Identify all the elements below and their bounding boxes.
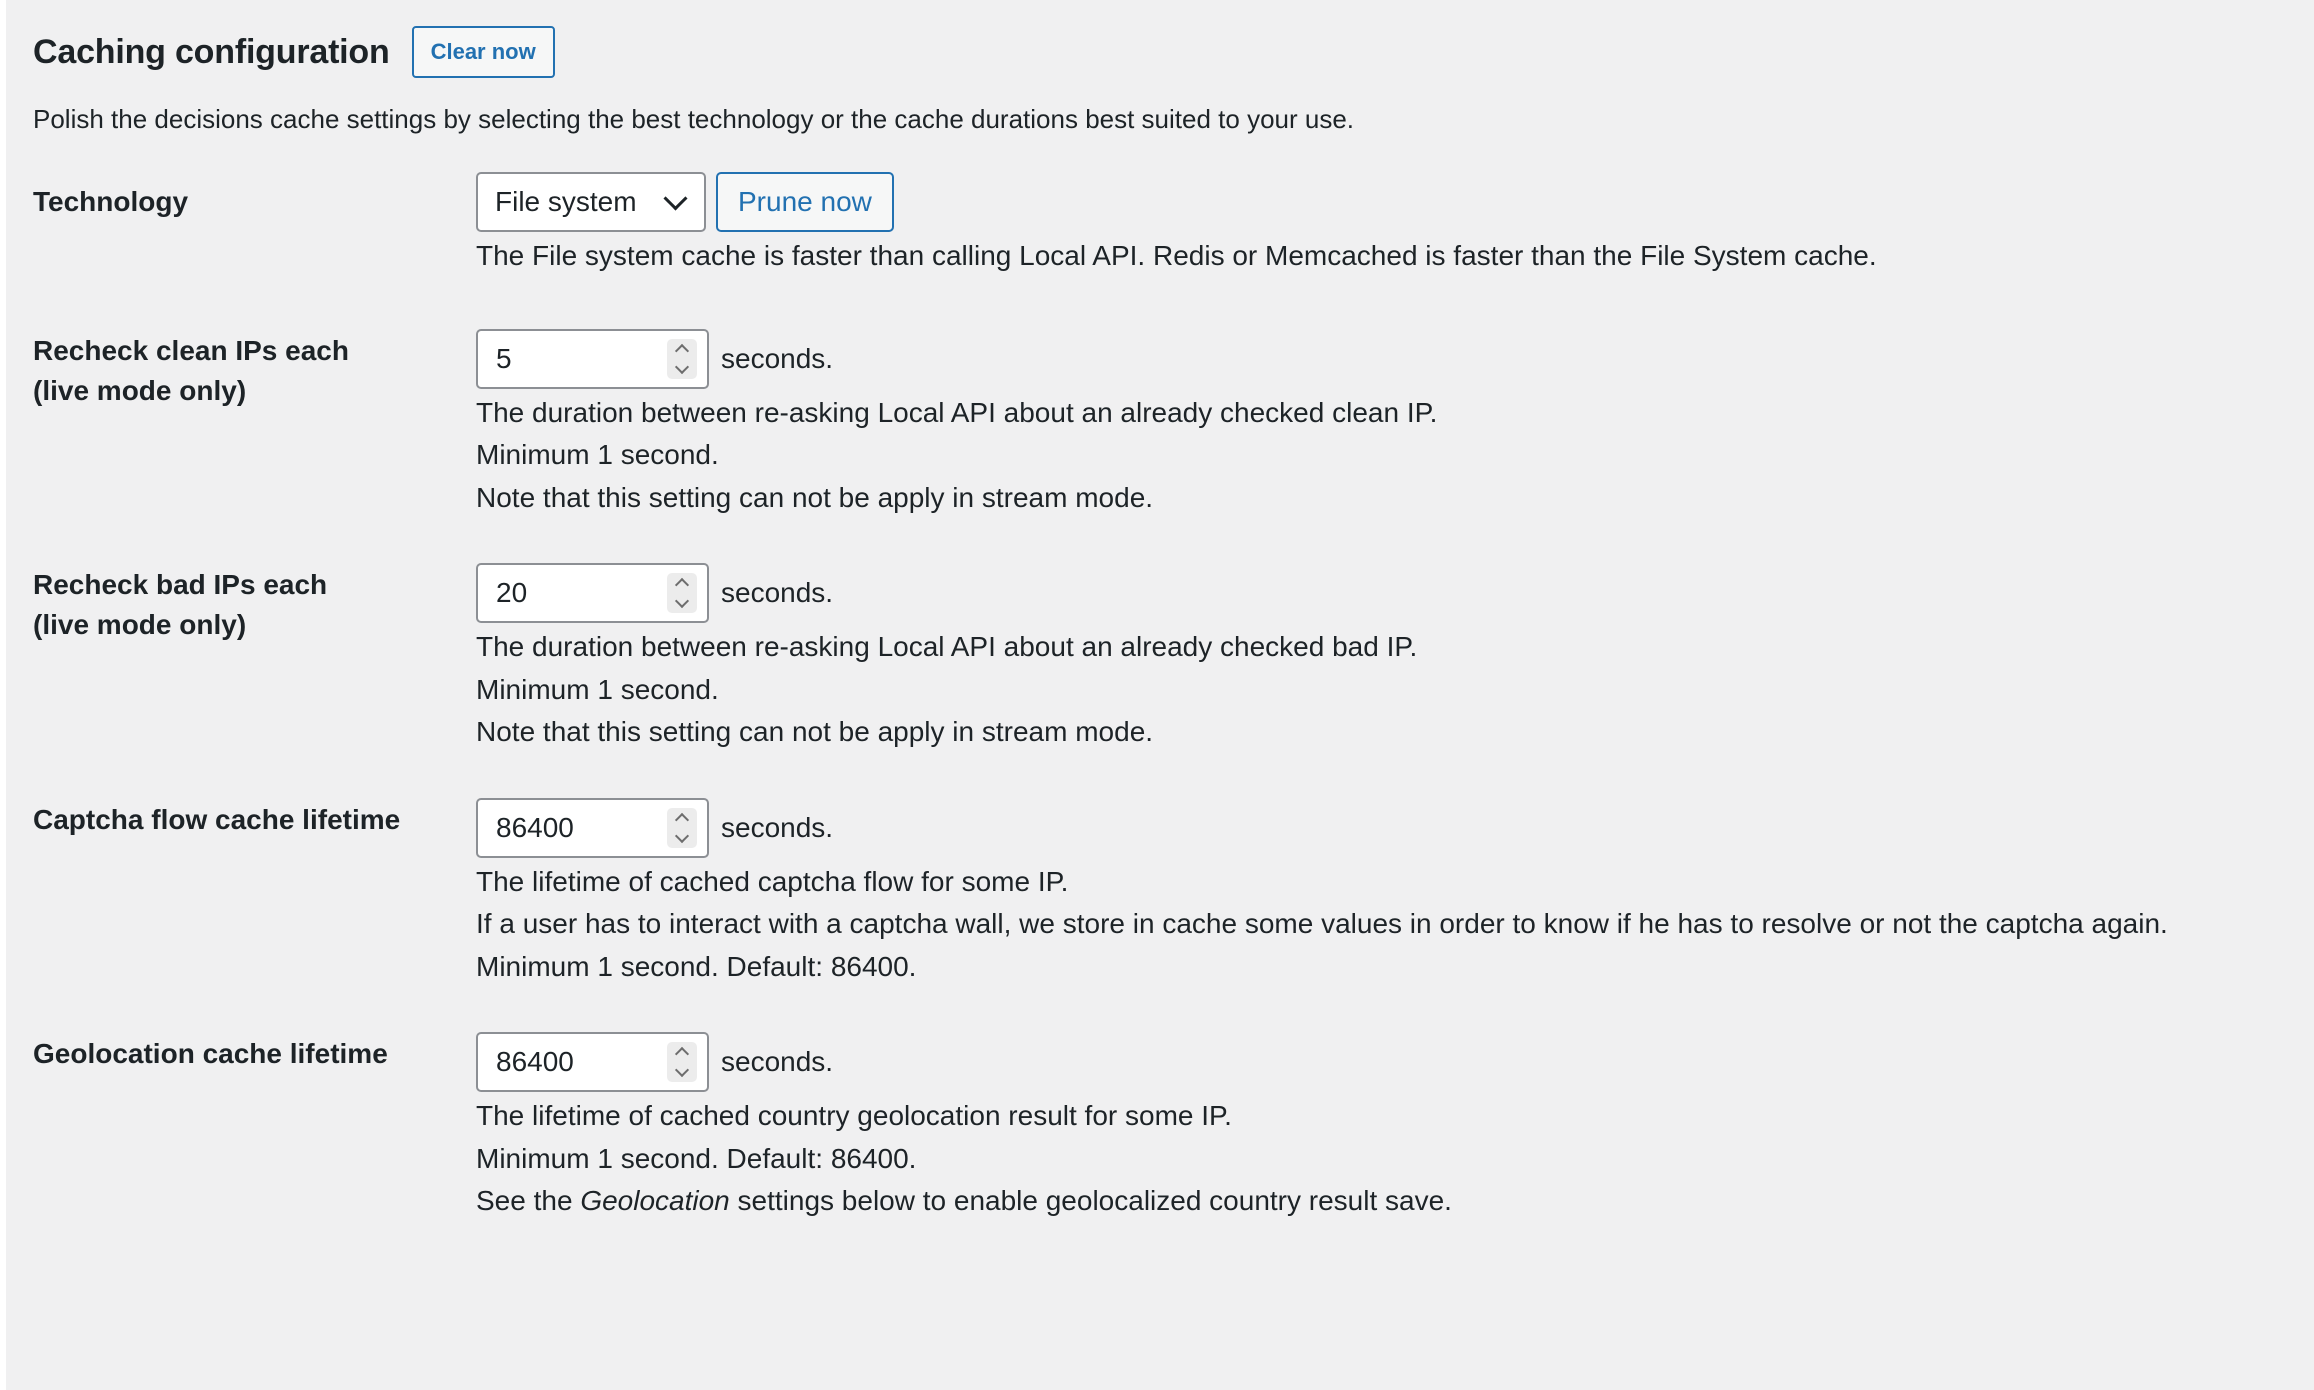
geolocation-unit: seconds. <box>721 1046 834 1077</box>
captcha-value: 86400 <box>496 811 574 843</box>
recheck-bad-help-3: Note that this setting can not be apply … <box>476 716 1154 747</box>
geolocation-settings-reference: Geolocation <box>580 1185 730 1216</box>
recheck-clean-help-3: Note that this setting can not be apply … <box>476 481 1154 513</box>
captcha-row: Captcha flow cache lifetime 86400 second… <box>33 797 2314 989</box>
geolocation-help-3-prefix: See the <box>476 1185 581 1216</box>
recheck-clean-label: Recheck clean IPs each (live mode only) <box>33 331 476 520</box>
prune-now-button[interactable]: Prune now <box>716 172 894 232</box>
section-description: Polish the decisions cache settings by s… <box>33 104 1355 134</box>
recheck-bad-field: 20 seconds. The duration between re-aski… <box>476 563 2314 754</box>
captcha-input[interactable]: 86400 <box>476 797 709 858</box>
geolocation-help-1: The lifetime of cached country geolocati… <box>476 1100 1232 1131</box>
captcha-field: 86400 seconds. The lifetime of cached ca… <box>476 797 2314 989</box>
number-spinner-icon[interactable] <box>667 1042 697 1082</box>
recheck-bad-help-2: Minimum 1 second. <box>476 673 719 705</box>
captcha-unit: seconds. <box>721 811 834 843</box>
number-spinner-icon[interactable] <box>667 807 697 848</box>
captcha-help-1: The lifetime of cached captcha flow for … <box>476 865 1069 897</box>
recheck-bad-input[interactable]: 20 <box>476 563 709 623</box>
recheck-bad-help-1: The duration between re-asking Local API… <box>476 631 1418 662</box>
captcha-help-2: If a user has to interact with a captcha… <box>476 908 2168 939</box>
recheck-clean-help-1: The duration between re-asking Local API… <box>476 396 1438 428</box>
technology-label: Technology <box>33 186 189 217</box>
captcha-help-3: Minimum 1 second. Default: 86400. <box>476 950 917 982</box>
recheck-clean-label-line1: Recheck clean IPs each <box>33 334 349 366</box>
geolocation-help-3: See the Geolocation settings below to en… <box>476 1180 2314 1223</box>
captcha-label: Captcha flow cache lifetime <box>33 803 401 835</box>
geolocation-field: 86400 seconds. The lifetime of cached co… <box>476 1032 2314 1223</box>
recheck-bad-unit: seconds. <box>721 577 834 608</box>
recheck-bad-row: Recheck bad IPs each (live mode only) 20… <box>33 563 2314 754</box>
recheck-bad-label-line2: (live mode only) <box>33 609 247 640</box>
technology-select[interactable]: File system <box>476 172 706 232</box>
technology-help: The File system cache is faster than cal… <box>476 240 1877 271</box>
recheck-clean-row: Recheck clean IPs each (live mode only) … <box>33 328 2314 520</box>
recheck-clean-input[interactable]: 5 <box>476 328 709 389</box>
settings-page: Caching configuration Clear now Polish t… <box>0 0 2314 1390</box>
chevron-down-icon <box>663 185 688 211</box>
number-spinner-icon[interactable] <box>667 573 697 613</box>
geolocation-input[interactable]: 86400 <box>476 1032 709 1092</box>
recheck-clean-value: 5 <box>496 342 512 374</box>
recheck-clean-help-2: Minimum 1 second. <box>476 439 719 470</box>
geolocation-value: 86400 <box>496 1046 574 1077</box>
geolocation-help-2: Minimum 1 second. Default: 86400. <box>476 1142 917 1174</box>
recheck-clean-field: 5 seconds. The duration between re-askin… <box>476 328 2314 520</box>
section-title: Caching configuration <box>33 32 390 71</box>
recheck-bad-value: 20 <box>496 577 528 608</box>
section-header: Caching configuration Clear now <box>33 0 2314 78</box>
technology-field: File system Prune now The File system ca… <box>476 172 2314 278</box>
recheck-bad-label-line1: Recheck bad IPs each <box>33 569 328 600</box>
recheck-bad-label: Recheck bad IPs each (live mode only) <box>33 565 476 754</box>
number-spinner-icon[interactable] <box>667 338 697 379</box>
recheck-clean-unit: seconds. <box>721 342 834 374</box>
geolocation-row: Geolocation cache lifetime 86400 seconds… <box>33 1032 2314 1223</box>
geolocation-help-3-suffix: settings below to enable geolocalized co… <box>729 1185 1452 1216</box>
clear-now-button[interactable]: Clear now <box>411 26 555 78</box>
recheck-clean-label-line2: (live mode only) <box>33 374 247 406</box>
technology-row: Technology File system Prune now The Fil… <box>33 172 2314 278</box>
technology-select-value: File system <box>495 186 637 217</box>
geolocation-label: Geolocation cache lifetime <box>33 1038 388 1069</box>
